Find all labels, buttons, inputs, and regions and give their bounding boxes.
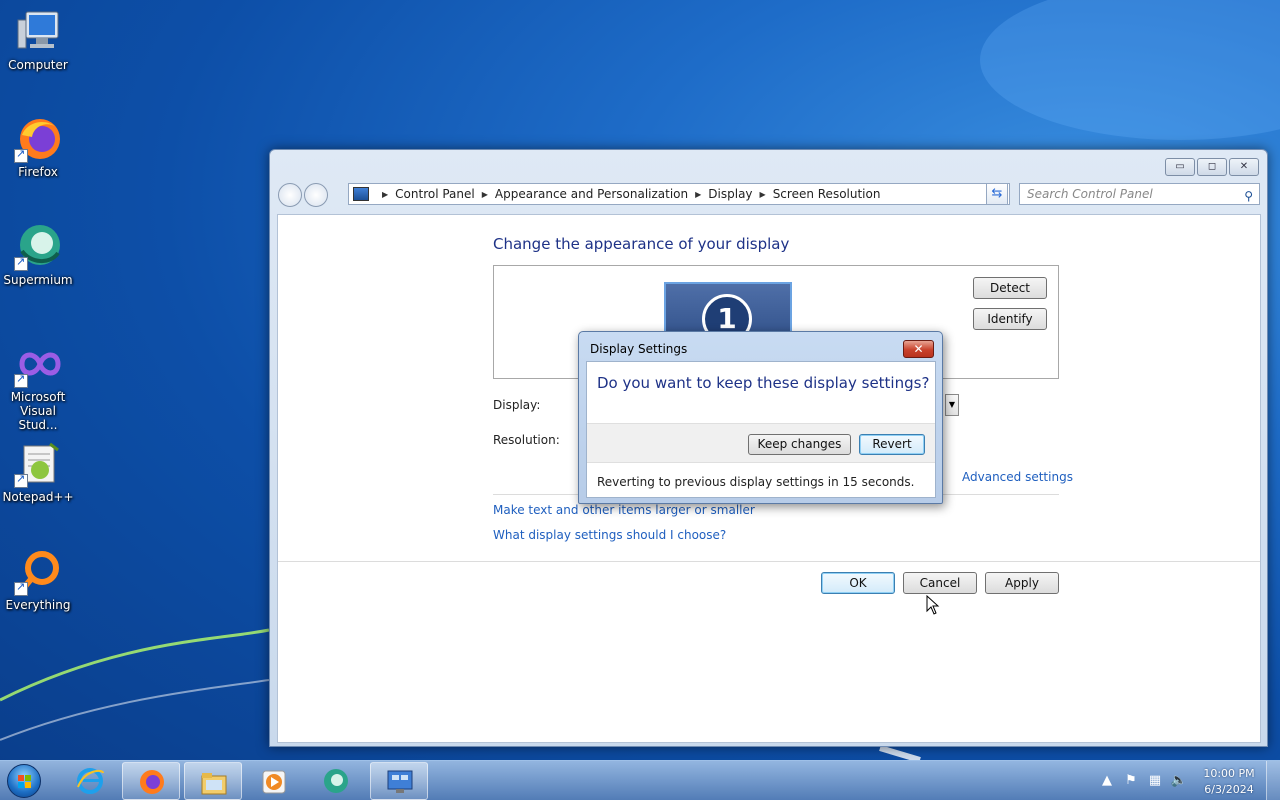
control-panel-icon [353,187,369,201]
search-icon[interactable]: ⚲ [1244,186,1253,206]
ok-button[interactable]: OK [821,572,895,594]
taskbar-internet-explorer[interactable] [61,762,119,800]
refresh-icon: ⇆ [991,186,1003,201]
keep-changes-button[interactable]: Keep changes [748,434,851,455]
apply-button[interactable]: Apply [985,572,1059,594]
page-title: Change the appearance of your display [493,235,790,253]
taskbar-file-explorer[interactable] [184,762,242,800]
display-help-link[interactable]: What display settings should I choose? [493,528,726,542]
navigation-bar: ▶ Control Panel ▶ Appearance and Persona… [278,182,1262,208]
detect-button[interactable]: Detect [973,277,1047,299]
desktop-icon-label: Notepad++ [2,490,74,504]
firefox-icon [140,770,164,794]
desktop-icon-supermium[interactable]: Supermium [0,223,76,287]
text-size-link[interactable]: Make text and other items larger or smal… [493,503,755,517]
breadcrumb-display[interactable]: Display [708,187,752,201]
maximize-button[interactable]: ◻ [1197,158,1227,176]
dialog-button-row: Keep changes Revert [587,423,935,463]
system-clock[interactable]: 10:00 PM 6/3/2024 [1196,766,1262,798]
display-settings-icon [387,770,413,793]
shortcut-arrow-icon [14,255,28,271]
desktop-icon-label-line1: Microsoft [10,390,66,404]
dialog-body: Do you want to keep these display settin… [586,361,936,498]
volume-muted-icon[interactable]: 🔈 [1170,772,1188,790]
action-center-flag-icon[interactable]: ⚑ [1122,772,1140,790]
everything-search-icon [14,548,62,596]
taskbar-media-player[interactable] [245,762,303,800]
revert-countdown-text: Reverting to previous display settings i… [597,475,915,489]
file-explorer-icon [201,773,227,795]
back-button[interactable] [278,183,302,207]
computer-icon [14,8,62,56]
media-player-icon [262,770,286,794]
desktop-icon-label: Supermium [3,273,73,287]
breadcrumb-arrow-icon[interactable]: ▶ [760,190,766,199]
desktop-icon-firefox[interactable]: Firefox [0,115,76,179]
desktop-icon-label: Firefox [18,165,58,179]
clock-time: 10:00 PM [1203,767,1255,780]
network-icon[interactable]: ▦ [1146,772,1164,790]
shortcut-arrow-icon [14,147,28,163]
desktop: Computer Firefox Supermium [0,0,1280,760]
desktop-icon-label: Everything [5,598,71,612]
resolution-label: Resolution: [493,433,560,447]
search-placeholder: Search Control Panel [1027,187,1153,201]
display-dropdown-arrow-icon[interactable]: ▼ [945,394,959,416]
shortcut-arrow-icon [14,580,28,596]
start-button[interactable] [2,762,46,800]
firefox-icon [14,115,62,163]
supermium-icon [324,769,348,793]
close-button[interactable]: ✕ [1229,158,1259,176]
desktop-icon-label-line2: Visual Stud... [18,404,58,432]
cancel-button[interactable]: Cancel [903,572,977,594]
dialog-question: Do you want to keep these display settin… [597,374,930,392]
show-hidden-icons-button[interactable]: ▲ [1098,772,1116,790]
notepad-plus-plus-icon [14,440,62,488]
window-controls: ▭ ◻ ✕ [1165,158,1259,176]
internet-explorer-icon [77,768,104,794]
revert-button[interactable]: Revert [859,434,925,455]
search-input[interactable]: Search Control Panel ⚲ [1019,183,1260,205]
footer-divider [278,561,1260,562]
taskbar-firefox[interactable] [122,762,180,800]
visual-studio-icon [14,340,62,388]
breadcrumb-arrow-icon[interactable]: ▶ [482,190,488,199]
taskbar-display-settings[interactable] [370,762,428,800]
display-settings-dialog: Display Settings ✕ Do you want to keep t… [578,331,943,504]
breadcrumb-screen-resolution[interactable]: Screen Resolution [773,187,881,201]
supermium-icon [14,223,62,271]
address-bar[interactable]: ▶ Control Panel ▶ Appearance and Persona… [348,183,1010,205]
close-icon: ✕ [913,342,924,356]
breadcrumb-arrow-icon[interactable]: ▶ [695,190,701,199]
refresh-button[interactable]: ⇆ [986,183,1008,205]
desktop-icon-notepad-plus-plus[interactable]: Notepad++ [0,440,76,504]
minimize-button[interactable]: ▭ [1165,158,1195,176]
breadcrumb-control-panel[interactable]: Control Panel [395,187,475,201]
show-desktop-button[interactable] [1266,761,1280,800]
desktop-icon-everything[interactable]: Everything [0,548,76,612]
advanced-settings-link[interactable]: Advanced settings [962,470,1073,484]
shortcut-arrow-icon [14,372,28,388]
desktop-icon-label: Computer [8,58,68,72]
taskbar-supermium[interactable] [307,762,365,800]
desktop-icon-visual-studio[interactable]: Microsoft Visual Stud... [0,340,76,432]
display-label: Display: [493,398,541,412]
dialog-close-button[interactable]: ✕ [903,340,934,358]
taskbar: ▲ ⚑ ▦ 🔈 10:00 PM 6/3/2024 [0,760,1280,800]
shortcut-arrow-icon [14,472,28,488]
breadcrumb-arrow-icon: ▶ [382,189,389,199]
dialog-title: Display Settings [590,342,688,356]
forward-button[interactable] [304,183,328,207]
breadcrumb-appearance[interactable]: Appearance and Personalization [495,187,688,201]
clock-date: 6/3/2024 [1204,783,1254,796]
desktop-icon-computer[interactable]: Computer [0,8,76,72]
windows-logo-icon [7,764,41,798]
identify-button[interactable]: Identify [973,308,1047,330]
mouse-cursor-icon [926,595,940,615]
